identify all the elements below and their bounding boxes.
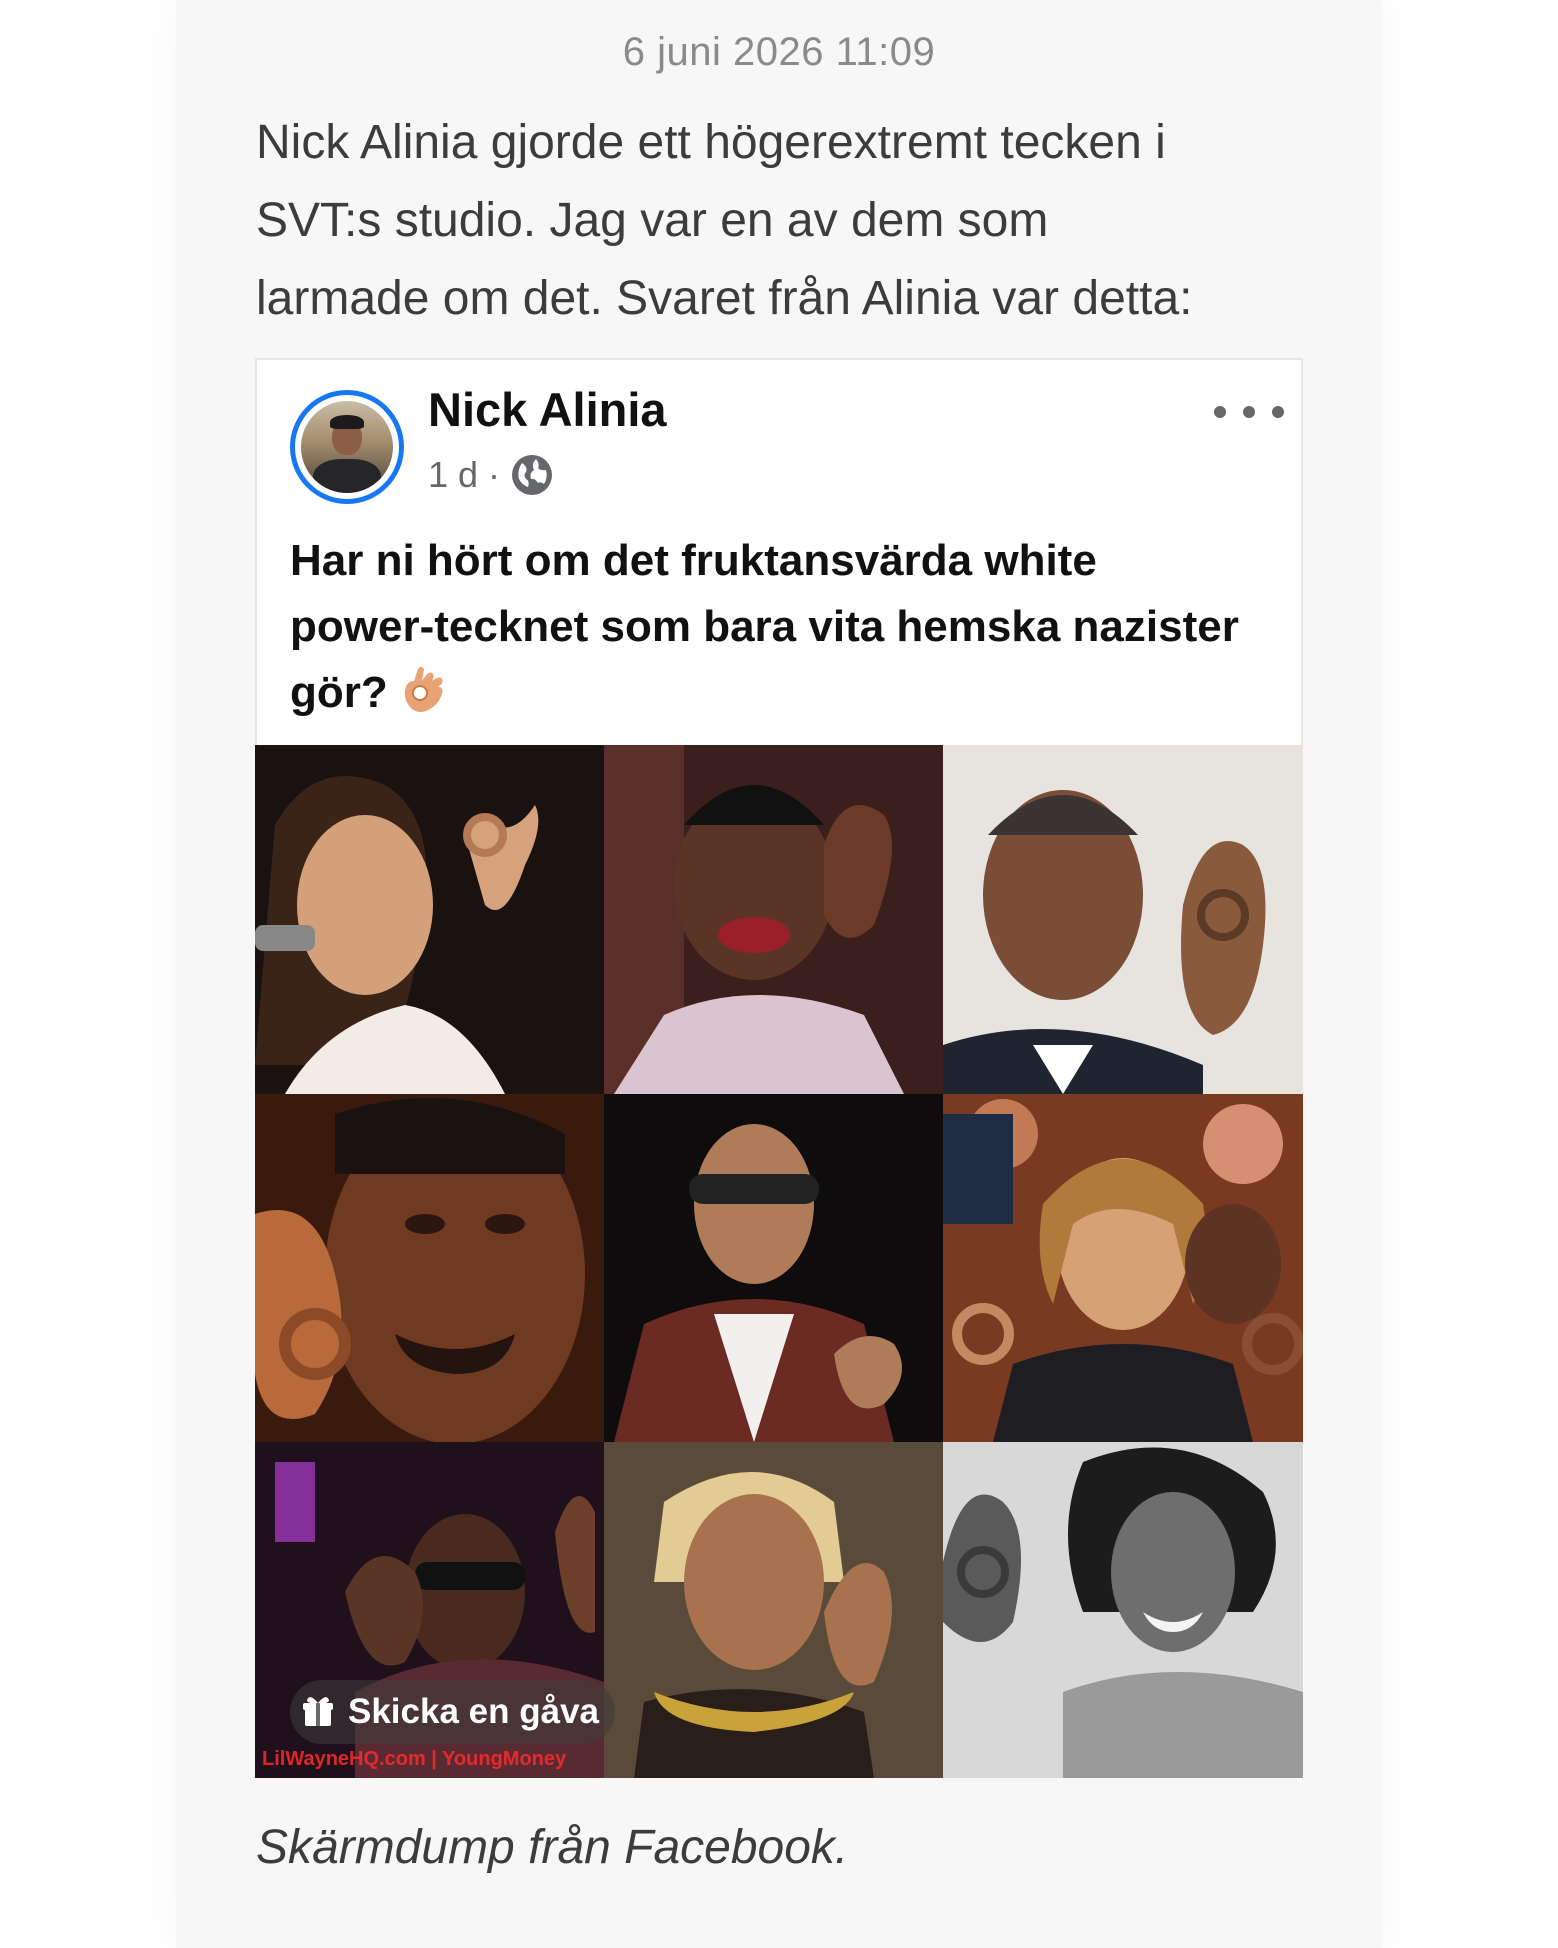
gift-icon bbox=[303, 1697, 333, 1726]
photo-tile[interactable] bbox=[943, 1442, 1303, 1778]
image-watermark: LilWayneHQ.com | YoungMoney bbox=[262, 1748, 567, 1770]
post-meta: 1 d · bbox=[428, 452, 554, 498]
send-gift-button[interactable]: Skicka en gåva bbox=[290, 1680, 615, 1744]
photo-tile[interactable] bbox=[255, 745, 604, 1094]
post-text: Har ni hört om det fruktansvärda white p… bbox=[290, 528, 1290, 726]
image-caption: Skärmdump från Facebook. bbox=[256, 1821, 849, 1874]
post-text-line: Har ni hört om det fruktansvärda white bbox=[290, 536, 1097, 585]
photo-tile[interactable] bbox=[255, 1094, 604, 1442]
paragraph-line: SVT:s studio. Jag var en av dem som bbox=[256, 194, 1049, 247]
post-text-line: power-tecknet som bara vita hemska nazis… bbox=[290, 602, 1239, 651]
meta-separator: · bbox=[488, 454, 501, 495]
post-age: 1 d bbox=[428, 454, 479, 495]
avatar[interactable] bbox=[290, 390, 404, 504]
avatar-photo bbox=[301, 401, 393, 493]
article-paragraph: Nick Alinia gjorde ett högerextremt teck… bbox=[256, 104, 1316, 338]
photo-collage[interactable] bbox=[255, 745, 1303, 1778]
paragraph-line: larmade om det. Svaret från Alinia var d… bbox=[256, 272, 1193, 325]
article-timestamp: 6 juni 2026 11:09 bbox=[622, 30, 936, 74]
photo-tile[interactable] bbox=[943, 745, 1303, 1094]
ok-hand-emoji-icon bbox=[404, 667, 443, 712]
photo-tile[interactable] bbox=[604, 1442, 943, 1778]
paragraph-line: Nick Alinia gjorde ett högerextremt teck… bbox=[256, 116, 1166, 169]
more-options-icon[interactable] bbox=[1214, 392, 1284, 432]
photo-tile[interactable] bbox=[604, 745, 943, 1094]
post-text-line-last: gör? bbox=[290, 660, 1290, 726]
post-author[interactable]: Nick Alinia bbox=[428, 382, 667, 437]
globe-icon[interactable] bbox=[510, 453, 554, 497]
photo-tile[interactable] bbox=[943, 1094, 1303, 1442]
send-gift-label: Skicka en gåva bbox=[348, 1692, 599, 1731]
photo-tile[interactable] bbox=[604, 1094, 943, 1442]
post-text-line: gör? bbox=[290, 668, 388, 717]
